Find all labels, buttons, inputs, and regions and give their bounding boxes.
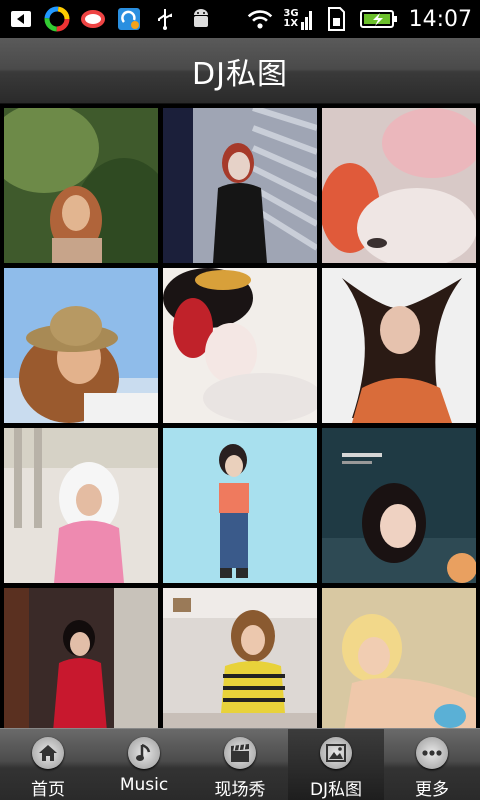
music-app-icon xyxy=(80,6,106,32)
clock: 14:07 xyxy=(408,6,472,32)
photo-thumbnail-9[interactable] xyxy=(322,428,476,583)
status-bar: 3G 1X 14:07 xyxy=(0,0,480,38)
signal-indicator: 3G 1X xyxy=(283,8,312,30)
clapperboard-icon xyxy=(224,737,256,769)
tab-home-label: 首页 xyxy=(31,780,65,800)
battery-charging-icon xyxy=(359,6,399,32)
tab-more-label: 更多 xyxy=(415,780,449,800)
photo-thumbnail-7[interactable] xyxy=(4,428,158,583)
home-icon xyxy=(32,737,64,769)
bottom-tab-bar: 首页 Music 现场秀 DJ私图 更多 xyxy=(0,728,480,800)
android-debug-icon xyxy=(188,6,214,32)
photo-thumbnail-8[interactable] xyxy=(163,428,317,583)
photo-thumbnail-12[interactable] xyxy=(322,588,476,728)
tab-dj-photos-label: DJ私图 xyxy=(309,780,363,800)
picture-icon xyxy=(320,737,352,769)
photo-thumbnail-5[interactable] xyxy=(163,268,317,423)
photo-thumbnail-4[interactable] xyxy=(4,268,158,423)
photo-grid xyxy=(4,108,476,728)
tab-live-show[interactable]: 现场秀 xyxy=(192,729,288,800)
tab-home[interactable]: 首页 xyxy=(0,729,96,800)
tab-live-show-label: 现场秀 xyxy=(214,780,266,800)
photo-thumbnail-6[interactable] xyxy=(322,268,476,423)
colorful-ring-icon xyxy=(44,6,70,32)
photo-thumbnail-2[interactable] xyxy=(163,108,317,263)
page-title: DJ私图 xyxy=(192,56,288,92)
tab-music[interactable]: Music xyxy=(96,729,192,800)
tab-music-label: Music xyxy=(119,775,169,795)
back-arrow-icon[interactable] xyxy=(8,6,34,32)
photo-thumbnail-3[interactable] xyxy=(322,108,476,263)
tab-more[interactable]: 更多 xyxy=(384,729,480,800)
photo-thumbnail-1[interactable] xyxy=(4,108,158,263)
tab-dj-photos[interactable]: DJ私图 xyxy=(288,729,384,800)
network-type-bottom: 1X xyxy=(283,18,299,29)
music-note-icon xyxy=(128,737,160,769)
title-bar: DJ私图 xyxy=(0,38,480,104)
photo-thumbnail-11[interactable] xyxy=(163,588,317,728)
usb-icon xyxy=(152,6,178,32)
signal-bars-icon xyxy=(300,11,312,30)
wifi-icon xyxy=(247,6,273,32)
photo-thumbnail-10[interactable] xyxy=(4,588,158,728)
more-dots-icon xyxy=(416,737,448,769)
refresh-app-icon xyxy=(116,6,142,32)
sim-card-icon xyxy=(323,6,349,32)
